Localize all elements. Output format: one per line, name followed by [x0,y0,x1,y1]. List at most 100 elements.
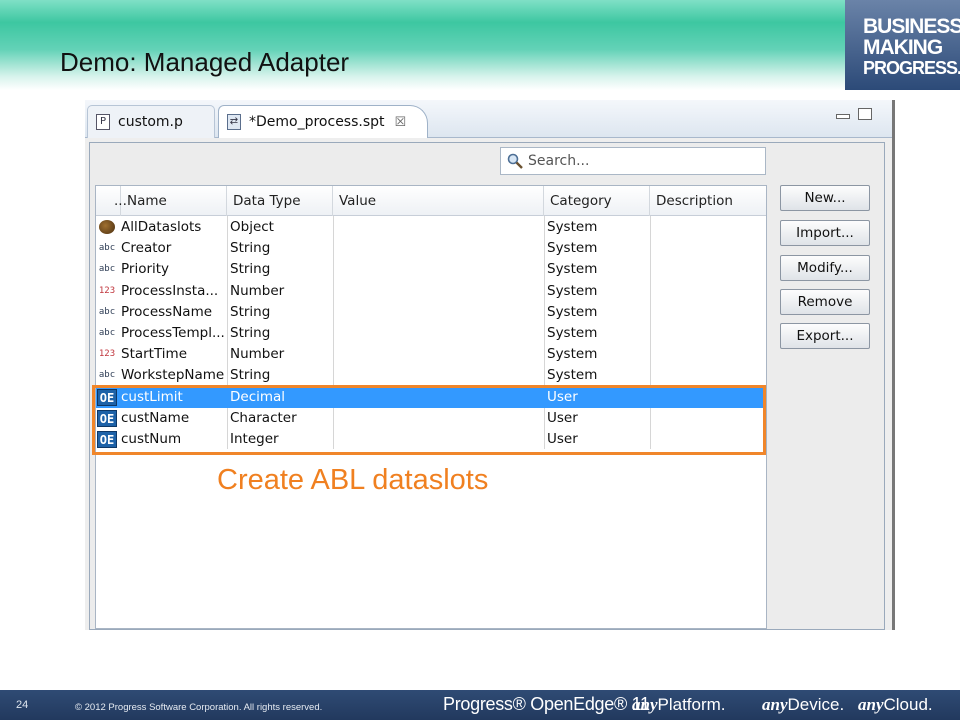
modify-button[interactable]: Modify... [780,255,870,281]
cell-description [650,323,766,344]
maximize-icon[interactable] [858,108,872,120]
cell-category: System [547,282,598,299]
cell-description [650,302,766,323]
ide-window: P custom.p ⇄ *Demo_process.spt ☒ Search.… [85,100,895,630]
cell-category: System [547,219,598,235]
cell-description [650,281,766,302]
table-row[interactable]: abc ProcessTempl... String System [96,323,766,344]
search-icon [507,153,523,169]
brand-line-3: PROGRESS. [863,58,960,78]
cell-type: Number [230,346,285,363]
search-input[interactable]: Search... [500,147,766,175]
cell-category: System [547,367,598,384]
cell-name: Creator [121,240,172,257]
table-header: ... Name Data Type Value Category Descri… [96,186,766,216]
tagline-cloud: anyCloud. [858,695,933,715]
tab-label: custom.p [118,114,183,130]
brand-line-1: BUSINESS [863,15,960,38]
slide-title: Demo: Managed Adapter [60,47,350,77]
cell-value [333,302,544,323]
brand-logo: BUSINESS MAKING PROGRESS. [845,0,960,90]
column-header-icon[interactable]: ... [96,186,127,216]
cell-value [333,323,544,344]
string-type-icon: abc [98,243,116,254]
cell-name: StartTime [121,346,188,363]
slide-footer: 24 © 2012 Progress Software Corporation.… [0,690,960,720]
cell-type: String [230,325,271,341]
brand-line-2: MAKING [863,36,943,59]
cell-category: System [547,240,598,257]
import-button[interactable]: Import... [780,220,870,246]
column-header-description[interactable]: Description [650,186,766,216]
tagline-word: Platform. [657,695,726,714]
process-file-icon: ⇄ [227,114,241,130]
cell-type: String [230,240,271,257]
cell-description [650,365,766,386]
table-row[interactable]: abc Creator String System [96,238,766,259]
cell-type: Number [230,282,285,299]
tagline-word: Device. [787,695,845,714]
cell-value [333,217,544,238]
tagline-device: anyDevice. [762,695,844,715]
table-row[interactable]: 123 ProcessInsta... Number System [96,281,766,302]
table-row[interactable]: abc Priority String System [96,259,766,280]
cell-category: System [547,261,598,278]
column-header-category[interactable]: Category [544,186,650,216]
cell-value [333,259,544,280]
minimize-icon[interactable] [836,114,850,119]
tab-demo-process[interactable]: ⇄ *Demo_process.spt ☒ [218,105,428,138]
cell-name: Priority [121,261,170,278]
editor-tabbar: P custom.p ⇄ *Demo_process.spt ☒ [85,100,892,138]
remove-button[interactable]: Remove [780,289,870,315]
cell-description [650,259,766,280]
cell-name: WorkstepName [121,367,225,384]
cell-value [333,281,544,302]
number-type-icon: 123 [98,349,116,360]
table-row[interactable]: 123 StartTime Number System [96,344,766,365]
number-type-icon: 123 [98,285,116,296]
object-type-icon [99,220,115,234]
cell-value [333,238,544,259]
string-type-icon: abc [98,328,116,338]
tagline-prefix: any [762,695,788,714]
product-name: Progress® OpenEdge® 11 [443,694,650,714]
table-row[interactable]: abc WorkstepName String System [96,365,766,386]
tagline-word: Cloud. [883,695,933,714]
user-dataslots-highlight [92,385,766,455]
tagline-prefix: any [632,695,658,714]
tab-label: *Demo_process.spt [249,114,385,130]
callout-text: Create ABL dataslots [205,456,683,504]
cell-name: ProcessInsta... [121,282,219,299]
cell-type: String [230,261,271,278]
copyright-text: © 2012 Progress Software Corporation. Al… [75,702,323,713]
cell-description [650,217,766,238]
cell-name: ProcessName [121,303,213,320]
cell-value [333,365,544,386]
cell-category: System [547,346,598,363]
table-row[interactable]: AllDataslots Object System [96,217,766,238]
window-controls [836,108,872,120]
cell-description [650,344,766,365]
table-row[interactable]: abc ProcessName String System [96,302,766,323]
progress-file-icon: P [96,114,110,130]
close-icon[interactable]: ☒ [395,115,407,130]
cell-description [650,238,766,259]
tagline-prefix: any [858,695,884,714]
string-type-icon: abc [98,370,116,381]
new-button[interactable]: New... [780,185,870,211]
cell-type: Object [230,219,274,235]
cell-type: String [230,367,271,384]
column-header-name[interactable]: Name [121,186,227,216]
string-type-icon: abc [98,264,116,275]
cell-name: AllDataslots [121,219,202,235]
column-header-data-type[interactable]: Data Type [227,186,333,216]
cell-category: System [547,325,598,341]
export-button[interactable]: Export... [780,323,870,349]
cell-name: ProcessTempl... [121,325,225,341]
column-header-value[interactable]: Value [333,186,544,216]
page-number: 24 [16,699,29,711]
cell-type: String [230,303,271,320]
cell-value [333,344,544,365]
search-placeholder: Search... [528,153,590,169]
tab-custom-p[interactable]: P custom.p [87,105,215,138]
